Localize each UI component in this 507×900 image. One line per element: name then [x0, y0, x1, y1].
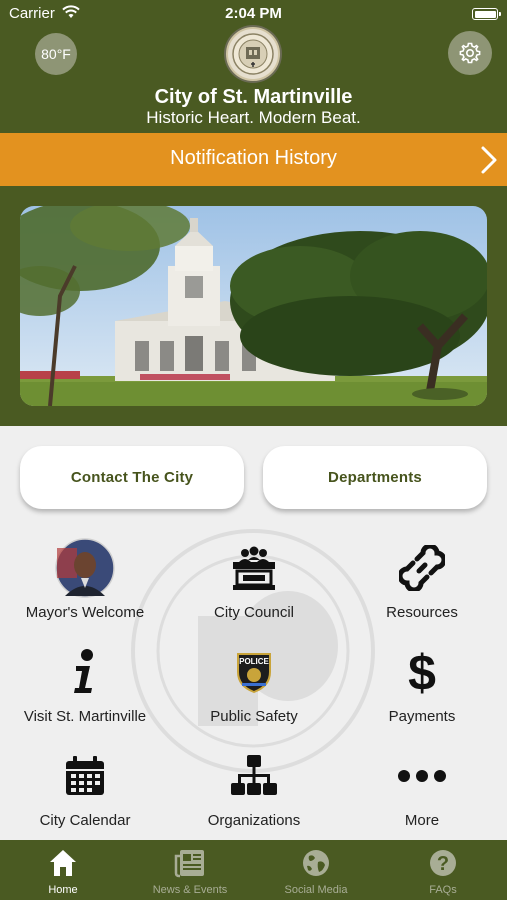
- question-icon: ?: [430, 850, 456, 876]
- hero-section: [0, 186, 507, 426]
- link-icon: [399, 545, 445, 591]
- tab-news-events[interactable]: News & Events: [127, 840, 253, 900]
- payments-tile[interactable]: $ Payments: [338, 642, 506, 737]
- tagline: Historic Heart. Modern Beat.: [146, 108, 361, 127]
- tab-social-media[interactable]: Social Media: [253, 840, 379, 900]
- more-tile[interactable]: More: [338, 746, 506, 840]
- church-photo: [20, 206, 487, 406]
- tile-label: Visit St. Martinville: [23, 708, 147, 725]
- globe-icon: [303, 850, 329, 876]
- info-icon: [74, 649, 93, 693]
- tab-faqs[interactable]: ? FAQs: [380, 840, 506, 900]
- tab-home[interactable]: Home: [0, 840, 126, 900]
- calendar-icon: [66, 756, 104, 795]
- visit-tile[interactable]: Visit St. Martinville: [1, 642, 169, 737]
- battery-icon: [472, 8, 501, 20]
- city-seal-logo: [226, 27, 280, 81]
- more-icon: [398, 770, 446, 782]
- home-icon: [50, 850, 76, 876]
- tab-label: Home: [48, 884, 78, 896]
- police-badge-icon: POLICE: [237, 653, 271, 694]
- svg-text:POLICE: POLICE: [239, 657, 269, 666]
- tile-label: City Calendar: [39, 812, 131, 829]
- clock: 2:04 PM: [225, 5, 282, 22]
- tile-label: Organizations: [207, 812, 301, 829]
- organizations-tile[interactable]: Organizations: [170, 746, 338, 840]
- tile-label: Mayor's Welcome: [25, 604, 145, 621]
- gear-icon: [459, 42, 481, 64]
- tile-label: City Council: [213, 604, 295, 621]
- tab-bar: Home News & Events Social Media ? FAQs: [0, 840, 507, 900]
- city-council-icon: [233, 546, 275, 590]
- notification-history-label: Notification History: [170, 147, 337, 169]
- tab-label: Social Media: [284, 884, 348, 896]
- tile-label: Payments: [388, 708, 456, 725]
- tab-label: FAQs: [429, 884, 457, 896]
- app-header: 80°F City of St. Martinville Historic He…: [0, 27, 507, 133]
- tile-label: Resources: [386, 604, 458, 621]
- main-content: Contact The City Departments Mayor's Wel…: [0, 426, 507, 840]
- tile-label: More: [404, 812, 440, 829]
- chevron-right-icon: [480, 145, 498, 180]
- notification-history-banner[interactable]: Notification History: [0, 133, 507, 186]
- contact-the-city-button[interactable]: Contact The City: [20, 446, 244, 509]
- status-bar: Carrier 2:04 PM: [0, 0, 507, 28]
- city-name: City of St. Martinville: [154, 86, 353, 108]
- svg-text:?: ?: [437, 853, 449, 875]
- org-chart-icon: [231, 755, 277, 795]
- resources-tile[interactable]: Resources: [338, 538, 506, 633]
- newspaper-icon: [174, 850, 204, 878]
- tab-label: News & Events: [152, 884, 228, 896]
- weather-button[interactable]: 80°F: [35, 33, 77, 75]
- mayor-photo: [55, 538, 115, 598]
- city-council-tile[interactable]: City Council: [170, 538, 338, 633]
- svg-text:$: $: [408, 646, 436, 698]
- public-safety-tile[interactable]: POLICE Public Safety: [170, 642, 338, 737]
- departments-button[interactable]: Departments: [263, 446, 487, 509]
- tile-label: Public Safety: [210, 708, 298, 725]
- city-calendar-tile[interactable]: City Calendar: [1, 746, 169, 840]
- dollar-icon: $: [408, 646, 436, 698]
- settings-button[interactable]: [448, 31, 492, 75]
- mayors-welcome-tile[interactable]: Mayor's Welcome: [1, 538, 169, 633]
